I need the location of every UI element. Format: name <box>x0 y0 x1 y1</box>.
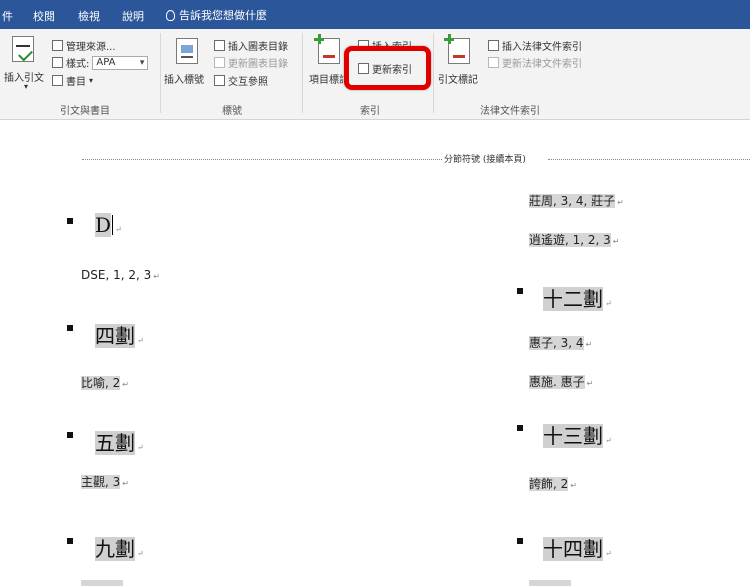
manage-sources-label: 管理來源... <box>66 42 116 53</box>
highlight-box <box>344 46 431 90</box>
chevron-down-icon: ▾ <box>24 82 29 91</box>
cross-reference-label: 交互參照 <box>228 77 268 88</box>
index-entry: 比喻, 2 ↵ <box>81 376 129 390</box>
style-label: 樣式: <box>66 59 90 70</box>
index-entry: 莊周, 3, 4, 莊子 ↵ <box>529 194 624 208</box>
bullet <box>517 425 523 431</box>
tell-me-text: 告訴我您想做什麼 <box>179 9 267 22</box>
tab-view[interactable]: 檢視 <box>78 8 100 24</box>
group-label-toa: 法律文件索引 <box>480 106 540 117</box>
cross-reference-icon <box>214 75 225 86</box>
mark-citation-label: 引文標記 <box>438 75 478 86</box>
lightbulb-icon <box>166 9 175 21</box>
table-of-figures-icon <box>214 40 225 51</box>
bullet <box>67 432 73 438</box>
index-heading: 四劃 ↵ <box>95 324 144 348</box>
bullet <box>67 538 73 544</box>
group-divider <box>302 33 303 113</box>
bibliography-label: 書目 <box>66 77 86 88</box>
mark-entry-label: 項目標記 <box>309 75 349 86</box>
group-divider <box>160 33 161 113</box>
update-table-button[interactable]: 更新圖表目錄 <box>214 55 288 70</box>
add-icon <box>444 34 454 44</box>
index-heading: 十三劃 ↵ <box>543 424 612 448</box>
insert-caption-icon <box>176 38 198 64</box>
update-table-icon <box>214 57 225 68</box>
manage-sources-icon <box>52 40 63 51</box>
tab-file[interactable]: 件 <box>2 8 13 24</box>
index-entry-shading <box>81 580 123 586</box>
bullet <box>67 325 73 331</box>
insert-caption-label: 插入標號 <box>164 75 204 86</box>
text-cursor <box>112 215 114 235</box>
insert-table-of-figures-label: 插入圖表目錄 <box>228 42 288 53</box>
tell-me-box[interactable]: 告訴我您想做什麼 <box>166 7 267 23</box>
document-page: 分節符號 (接續本頁) D ↵ DSE, 1, 2, 3 ↵ 四劃 ↵ 比喻, 2 ↵ … <box>0 120 750 586</box>
insert-toa-icon <box>488 40 499 51</box>
update-toa-button[interactable]: 更新法律文件索引 <box>488 55 582 70</box>
tab-review[interactable]: 校閱 <box>33 8 55 24</box>
index-heading: 十四劃 ↵ <box>543 537 612 561</box>
group-divider <box>433 33 434 113</box>
index-entry: 誇飾, 2 ↵ <box>529 477 577 491</box>
index-heading: 九劃 ↵ <box>95 537 144 561</box>
index-entry-shading <box>529 580 571 586</box>
index-entry: 惠施. 惠子 ↵ <box>529 375 594 389</box>
bibliography-button[interactable]: 書目 ▾ <box>52 73 93 88</box>
insert-table-of-figures-button[interactable]: 插入圖表目錄 <box>214 38 288 53</box>
add-icon <box>314 34 324 44</box>
tab-help[interactable]: 說明 <box>122 8 144 24</box>
style-selector: 樣式: APA <box>52 55 149 70</box>
style-icon <box>52 57 63 68</box>
section-break-label: 分節符號 (接續本頁) <box>443 152 527 165</box>
cross-reference-button[interactable]: 交互參照 <box>214 73 268 88</box>
bullet <box>517 538 523 544</box>
index-heading: 十二劃 ↵ <box>543 287 612 311</box>
index-entry: 惠子, 3, 4 ↵ <box>529 336 593 350</box>
update-toa-icon <box>488 57 499 68</box>
section-break-line <box>82 159 442 160</box>
update-table-label: 更新圖表目錄 <box>228 59 288 70</box>
insert-toa-button[interactable]: 插入法律文件索引 <box>488 38 582 53</box>
section-break-line <box>548 159 750 160</box>
index-entry: 逍遙遊, 1, 2, 3 ↵ <box>529 233 620 247</box>
insert-citation-icon <box>12 36 34 62</box>
group-label-index: 索引 <box>360 106 380 117</box>
index-entry: 主觀, 3 ↵ <box>81 475 129 489</box>
group-label-captions: 標號 <box>222 106 242 117</box>
group-label-citations: 引文與書目 <box>60 106 110 117</box>
manage-sources-button[interactable]: 管理來源... <box>52 38 116 53</box>
style-dropdown[interactable]: APA <box>92 55 149 70</box>
bibliography-icon <box>52 75 63 86</box>
bullet <box>67 218 73 224</box>
update-toa-label: 更新法律文件索引 <box>502 59 582 70</box>
index-heading: D ↵ <box>95 213 122 237</box>
insert-toa-label: 插入法律文件索引 <box>502 42 582 53</box>
index-entry: DSE, 1, 2, 3 ↵ <box>81 268 160 282</box>
bullet <box>517 288 523 294</box>
menu-bar: 件 校閱 檢視 說明 告訴我您想做什麼 <box>0 0 750 29</box>
chevron-down-icon: ▾ <box>89 76 94 85</box>
index-heading: 五劃 ↵ <box>95 431 144 455</box>
